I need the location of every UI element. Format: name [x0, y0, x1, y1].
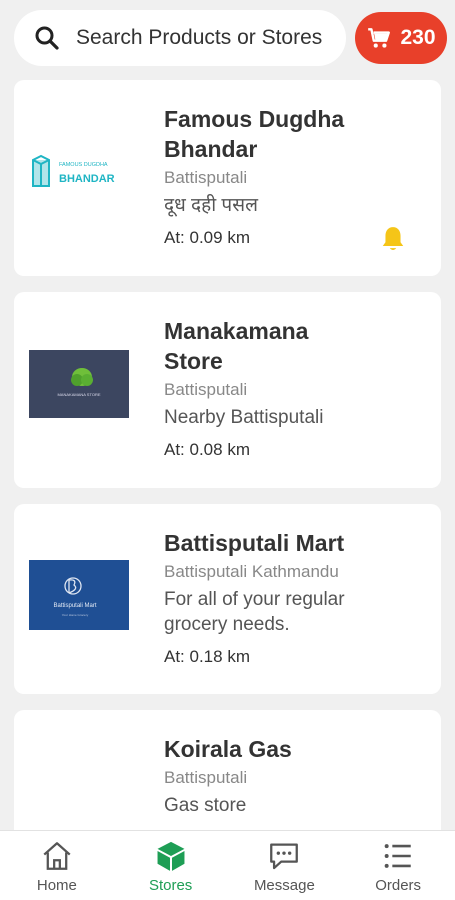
- nav-item-orders[interactable]: Orders: [341, 831, 455, 900]
- store-info: Koirala Gas Battisputali Gas store: [164, 734, 424, 818]
- store-name: Battisputali Mart: [164, 530, 345, 556]
- store-description: For all of your regular grocery needs.: [164, 589, 345, 635]
- nav-label: Stores: [148, 877, 193, 894]
- logo-text: MANAKAMANA STORE: [57, 392, 100, 397]
- logo-text: BHANDAR: [59, 173, 115, 185]
- logo-small-text: FAMOUS DUGDHA: [59, 162, 108, 168]
- nav-item-stores[interactable]: Stores: [114, 831, 228, 900]
- store-name: Manakamana Store: [164, 318, 309, 374]
- search-input[interactable]: [76, 26, 346, 50]
- store-info: Manakamana Store Battisputali Nearby Bat…: [164, 316, 424, 462]
- cart-icon: [368, 28, 391, 48]
- cart-button[interactable]: 230: [355, 12, 447, 64]
- search-icon: [35, 26, 59, 50]
- nav-item-home[interactable]: Home: [0, 831, 114, 900]
- logo-text: Battisputali Mart: [53, 603, 96, 609]
- store-area: Battisputali Kathmandu: [164, 562, 339, 581]
- search-box[interactable]: [14, 10, 346, 66]
- store-distance: At: 0.18 km: [164, 647, 250, 666]
- nav-label: Orders: [375, 877, 422, 894]
- list-icon: [384, 844, 411, 868]
- nav-label: Home: [36, 877, 77, 894]
- store-area: Battisputali: [164, 380, 248, 399]
- store-description: दूध दही पसल: [164, 195, 258, 216]
- store-info: Battisputali Mart Battisputali Kathmandu…: [164, 528, 424, 669]
- store-logo: FAMOUS DUGDHA BHANDAR: [29, 142, 129, 210]
- store-card[interactable]: FAMOUS DUGDHA BHANDAR Famous Dugdha Bhan…: [14, 80, 441, 276]
- cart-count: 230: [400, 26, 436, 49]
- store-card[interactable]: Battisputali Mart Your Home Grocery Batt…: [14, 504, 441, 694]
- store-area: Battisputali: [164, 768, 248, 787]
- box-icon: [157, 841, 185, 871]
- store-logo: MANAKAMANA STORE: [29, 350, 129, 418]
- nav-label: Message: [253, 877, 315, 894]
- store-name: Famous Dugdha Bhandar: [164, 106, 345, 162]
- store-logo: Battisputali Mart Your Home Grocery: [29, 560, 129, 630]
- bottom-nav: Home Stores Message Orders: [0, 830, 455, 900]
- message-icon: [270, 843, 299, 870]
- top-bar: 230: [0, 0, 455, 78]
- logo-small-text: Your Home Grocery: [62, 613, 89, 617]
- nav-item-message[interactable]: Message: [228, 831, 342, 900]
- store-description: Gas store: [164, 795, 247, 816]
- store-description: Nearby Battisputali: [164, 407, 324, 428]
- store-name: Koirala Gas: [164, 736, 292, 762]
- store-card[interactable]: MANAKAMANA STORE Manakamana Store Battis…: [14, 292, 441, 488]
- home-icon: [43, 842, 71, 870]
- store-area: Battisputali: [164, 168, 248, 187]
- bell-icon[interactable]: [380, 225, 406, 253]
- store-distance: At: 0.08 km: [164, 440, 250, 459]
